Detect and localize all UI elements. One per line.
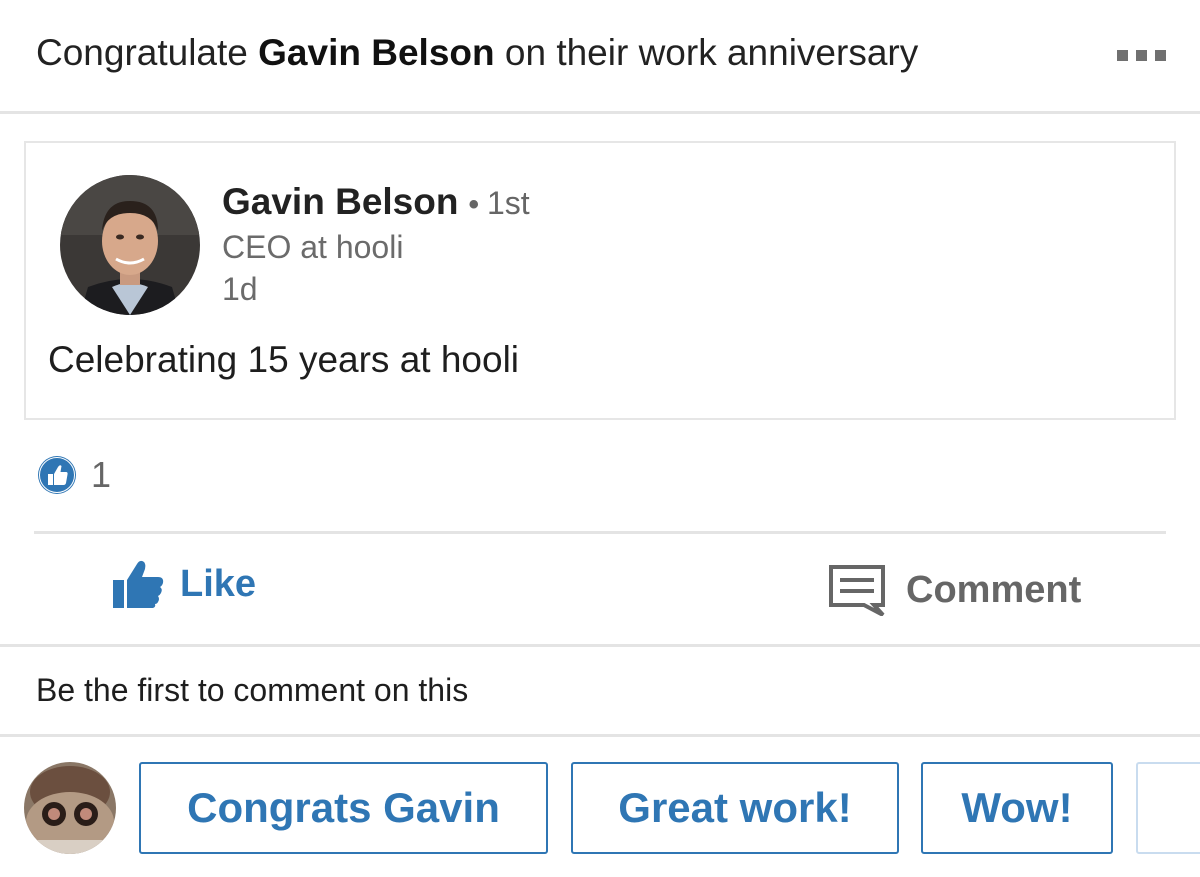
comment-button[interactable]: Comment	[828, 564, 1081, 616]
like-button[interactable]: Like	[110, 556, 256, 612]
post-timestamp: 1d	[222, 271, 258, 307]
quick-reply-button-partial[interactable]	[1136, 762, 1200, 854]
author-headline: CEO at hooli	[222, 229, 404, 265]
divider	[0, 644, 1200, 647]
current-user-avatar	[24, 762, 116, 854]
header-suffix: on their work anniversary	[504, 32, 919, 73]
comment-icon	[829, 565, 885, 616]
more-dot-icon	[1117, 49, 1128, 61]
more-options-button[interactable]	[1106, 44, 1166, 66]
author-avatar[interactable]	[60, 175, 200, 315]
degree-separator: •	[468, 188, 479, 221]
like-count: 1	[91, 454, 112, 495]
like-label: Like	[180, 562, 257, 605]
reaction-summary[interactable]: 1	[37, 454, 111, 496]
connection-degree: 1st	[486, 185, 530, 221]
header-prefix: Congratulate	[36, 32, 248, 73]
quick-reply-button[interactable]: Congrats Gavin	[139, 762, 548, 854]
card-header: Congratulate Gavin Belson on their work …	[0, 0, 1200, 114]
divider	[0, 734, 1200, 737]
more-dot-icon	[1136, 49, 1147, 61]
more-dot-icon	[1155, 49, 1166, 61]
thumbs-up-icon	[113, 560, 164, 608]
quick-reply-button[interactable]: Wow!	[921, 762, 1113, 854]
post-text: Celebrating 15 years at hooli	[48, 339, 520, 380]
like-badge-icon	[38, 456, 76, 494]
divider	[34, 531, 1166, 534]
author-name[interactable]: Gavin Belson • 1st	[222, 181, 530, 223]
header-name-link[interactable]: Gavin Belson	[258, 32, 494, 73]
quick-reply-button[interactable]: Great work!	[571, 762, 899, 854]
post-card[interactable]: Gavin Belson • 1st CEO at hooli 1d Celebra…	[24, 141, 1176, 420]
header-title: Congratulate Gavin Belson on their work …	[36, 32, 918, 74]
author-name-text: Gavin Belson	[222, 181, 459, 222]
comment-label: Comment	[906, 568, 1082, 611]
empty-comments-text: Be the first to comment on this	[36, 672, 469, 708]
